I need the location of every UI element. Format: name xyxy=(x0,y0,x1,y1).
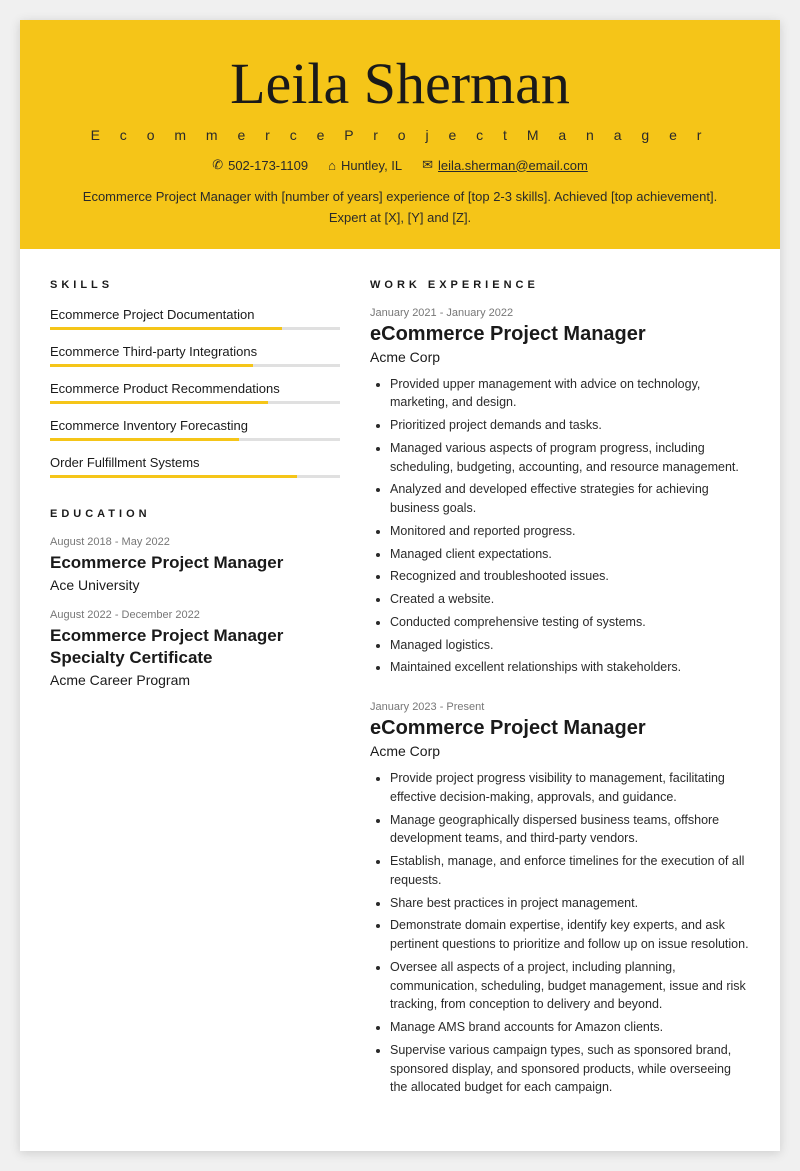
skill-bar-background xyxy=(50,401,340,404)
skill-item: Ecommerce Inventory Forecasting xyxy=(50,418,340,441)
bullet-item: Analyzed and developed effective strateg… xyxy=(390,480,750,518)
skill-bar-fill xyxy=(50,327,282,330)
candidate-name: Leila Sherman xyxy=(60,50,740,117)
skill-name: Ecommerce Third-party Integrations xyxy=(50,344,340,359)
bullet-item: Manage geographically dispersed business… xyxy=(390,811,750,849)
bullet-item: Managed logistics. xyxy=(390,636,750,655)
work-section-header: WORK EXPERIENCE xyxy=(370,279,750,291)
bullet-item: Prioritized project demands and tasks. xyxy=(390,416,750,435)
skill-bar-background xyxy=(50,364,340,367)
education-item: August 2018 - May 2022 Ecommerce Project… xyxy=(50,536,340,593)
bullet-item: Establish, manage, and enforce timelines… xyxy=(390,852,750,890)
work-item: January 2021 - January 2022 eCommerce Pr… xyxy=(370,307,750,678)
work-item: January 2023 - Present eCommerce Project… xyxy=(370,701,750,1097)
skill-bar-fill xyxy=(50,401,268,404)
work-title: eCommerce Project Manager xyxy=(370,323,750,346)
edu-school: Acme Career Program xyxy=(50,672,340,688)
skill-item: Ecommerce Third-party Integrations xyxy=(50,344,340,367)
bullet-item: Conducted comprehensive testing of syste… xyxy=(390,613,750,632)
work-company: Acme Corp xyxy=(370,349,750,365)
work-company: Acme Corp xyxy=(370,743,750,759)
skill-item: Ecommerce Product Recommendations xyxy=(50,381,340,404)
location-text: Huntley, IL xyxy=(341,158,402,173)
bullet-item: Supervise various campaign types, such a… xyxy=(390,1041,750,1097)
bullet-item: Demonstrate domain expertise, identify k… xyxy=(390,916,750,954)
contact-info: ✆ 502-173-1109 ⌂ Huntley, IL ✉ leila.she… xyxy=(60,157,740,173)
skills-list: Ecommerce Project Documentation Ecommerc… xyxy=(50,307,340,478)
bullet-item: Created a website. xyxy=(390,590,750,609)
skill-bar-background xyxy=(50,438,340,441)
email-contact: ✉ leila.sherman@email.com xyxy=(422,157,588,173)
edu-date: August 2022 - December 2022 xyxy=(50,609,340,621)
work-bullets: Provide project progress visibility to m… xyxy=(370,769,750,1097)
edu-degree: Ecommerce Project Manager xyxy=(50,552,340,574)
bullet-item: Oversee all aspects of a project, includ… xyxy=(390,958,750,1014)
skill-name: Ecommerce Project Documentation xyxy=(50,307,340,322)
skill-bar-background xyxy=(50,327,340,330)
work-date: January 2021 - January 2022 xyxy=(370,307,750,319)
left-column: SKILLS Ecommerce Project Documentation E… xyxy=(50,279,340,1122)
skill-item: Ecommerce Project Documentation xyxy=(50,307,340,330)
skill-name: Order Fulfillment Systems xyxy=(50,455,340,470)
phone-icon: ✆ xyxy=(212,157,223,173)
bullet-item: Share best practices in project manageme… xyxy=(390,894,750,913)
bullet-item: Provide project progress visibility to m… xyxy=(390,769,750,807)
skill-bar-fill xyxy=(50,475,297,478)
phone-number: 502-173-1109 xyxy=(228,158,308,173)
email-icon: ✉ xyxy=(422,157,433,173)
skill-name: Ecommerce Inventory Forecasting xyxy=(50,418,340,433)
edu-degree: Ecommerce Project Manager Specialty Cert… xyxy=(50,625,340,669)
education-section: EDUCATION August 2018 - May 2022 Ecommer… xyxy=(50,508,340,688)
education-item: August 2022 - December 2022 Ecommerce Pr… xyxy=(50,609,340,688)
skill-bar-background xyxy=(50,475,340,478)
location-icon: ⌂ xyxy=(328,158,336,173)
bullet-item: Provided upper management with advice on… xyxy=(390,375,750,413)
job-title: E c o m m e r c e P r o j e c t M a n a … xyxy=(60,127,740,143)
education-list: August 2018 - May 2022 Ecommerce Project… xyxy=(50,536,340,688)
location-contact: ⌂ Huntley, IL xyxy=(328,158,402,173)
bullet-item: Monitored and reported progress. xyxy=(390,522,750,541)
bullet-item: Maintained excellent relationships with … xyxy=(390,658,750,677)
phone-contact: ✆ 502-173-1109 xyxy=(212,157,308,173)
bullet-item: Managed client expectations. xyxy=(390,545,750,564)
resume-summary: Ecommerce Project Manager with [number o… xyxy=(80,187,720,229)
resume-body: SKILLS Ecommerce Project Documentation E… xyxy=(20,249,780,1152)
work-list: January 2021 - January 2022 eCommerce Pr… xyxy=(370,307,750,1098)
skill-item: Order Fulfillment Systems xyxy=(50,455,340,478)
skill-bar-fill xyxy=(50,364,253,367)
bullet-item: Managed various aspects of program progr… xyxy=(390,439,750,477)
work-title: eCommerce Project Manager xyxy=(370,717,750,740)
bullet-item: Manage AMS brand accounts for Amazon cli… xyxy=(390,1018,750,1037)
education-section-title: EDUCATION xyxy=(50,508,340,520)
skills-section-title: SKILLS xyxy=(50,279,340,291)
email-link[interactable]: leila.sherman@email.com xyxy=(438,158,588,173)
skill-name: Ecommerce Product Recommendations xyxy=(50,381,340,396)
bullet-item: Recognized and troubleshooted issues. xyxy=(390,567,750,586)
right-column: WORK EXPERIENCE January 2021 - January 2… xyxy=(370,279,750,1122)
skill-bar-fill xyxy=(50,438,239,441)
resume-header: Leila Sherman E c o m m e r c e P r o j … xyxy=(20,20,780,249)
work-bullets: Provided upper management with advice on… xyxy=(370,375,750,678)
edu-date: August 2018 - May 2022 xyxy=(50,536,340,548)
work-section-title: WORK EXPERIENCE xyxy=(370,279,750,291)
resume-document: Leila Sherman E c o m m e r c e P r o j … xyxy=(20,20,780,1151)
edu-school: Ace University xyxy=(50,577,340,593)
work-date: January 2023 - Present xyxy=(370,701,750,713)
skills-section: SKILLS Ecommerce Project Documentation E… xyxy=(50,279,340,478)
